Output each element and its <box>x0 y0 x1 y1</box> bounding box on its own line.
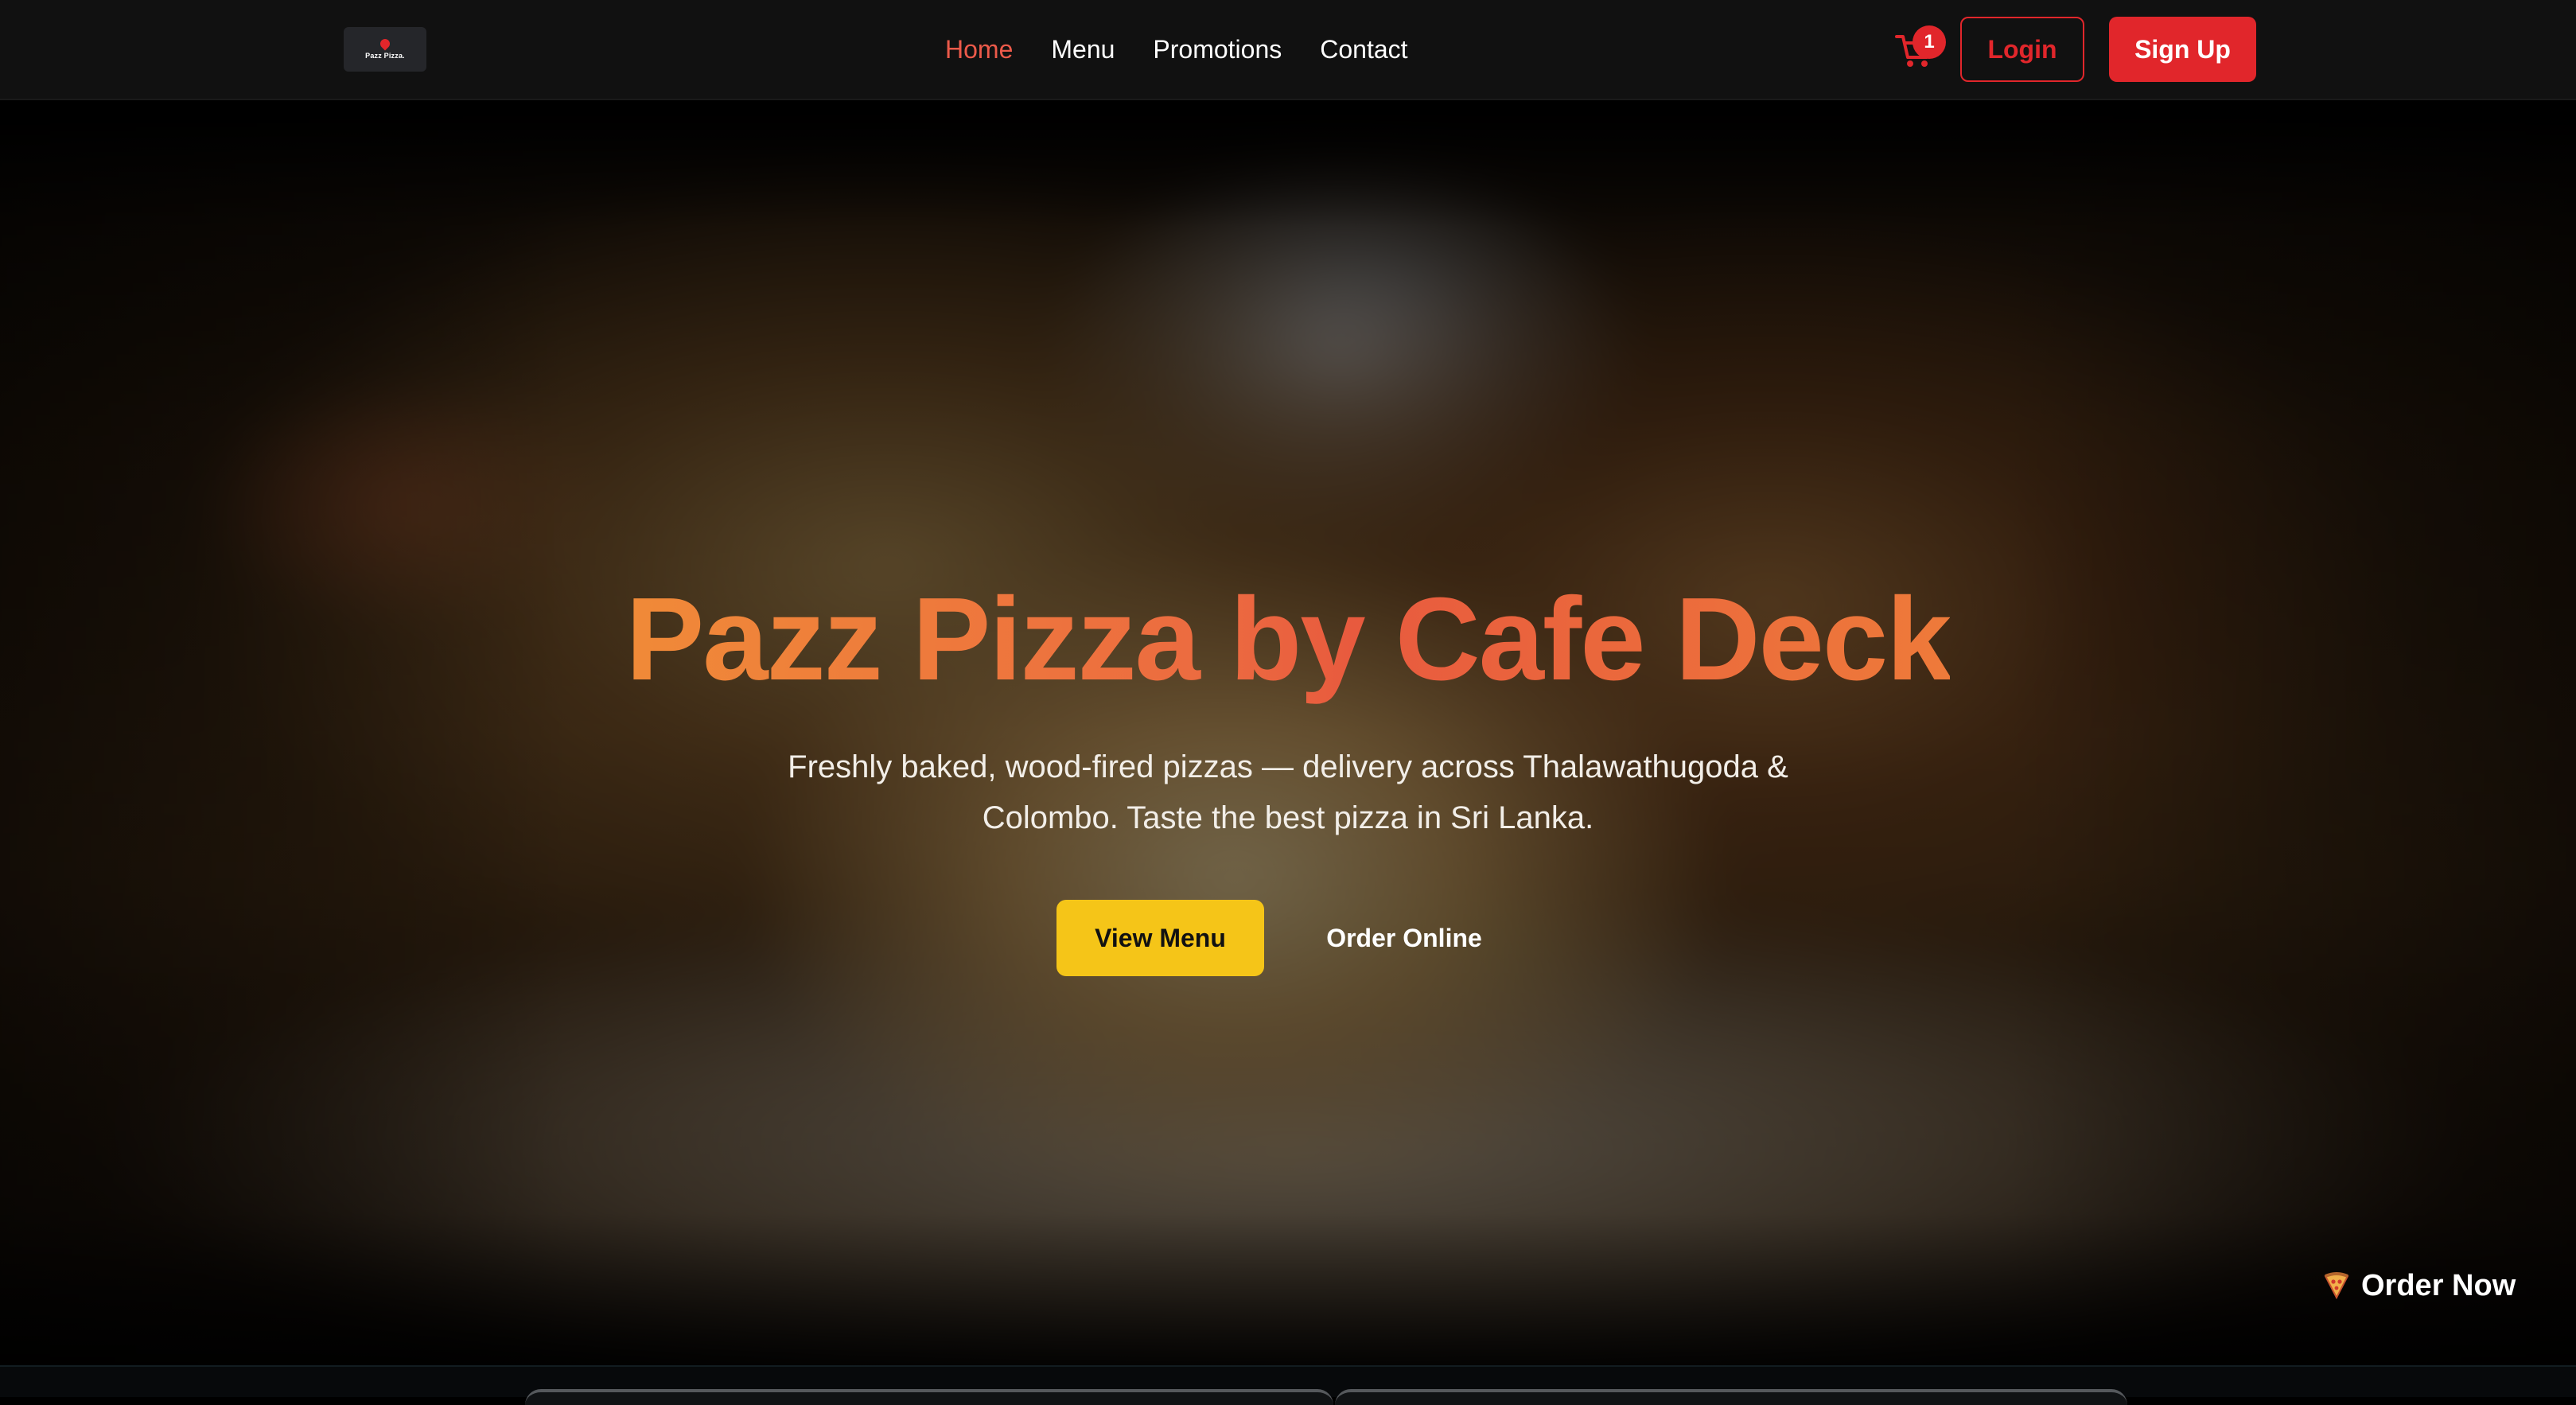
order-now-floating-button[interactable]: Order Now <box>2323 1263 2516 1308</box>
hero-subtitle: Freshly baked, wood-fired pizzas — deliv… <box>788 749 1788 835</box>
login-button[interactable]: Login <box>1960 17 2084 82</box>
top-navbar: Pazz Pizza. Home Menu Promotions Contact… <box>0 0 2576 100</box>
logo-text: Pazz Pizza. <box>365 52 405 60</box>
nav-link-contact[interactable]: Contact <box>1320 35 1407 64</box>
site-logo[interactable]: Pazz Pizza. <box>344 27 426 72</box>
section-card-right-edge <box>1335 1389 2127 1405</box>
order-now-label: Order Now <box>2361 1268 2516 1302</box>
hero-content: Pazz Pizza by Cafe Deck Freshly baked, w… <box>0 100 2576 1365</box>
hero-section: Pazz Pizza by Cafe Deck Freshly baked, w… <box>0 100 2576 1365</box>
logo-mark-icon <box>378 37 392 51</box>
hero-title-text: Pazz Pizza by Cafe Deck <box>625 574 1952 705</box>
section-card-left-edge <box>525 1389 1333 1405</box>
hero-title: Pazz Pizza by Cafe Deck <box>0 581 2576 699</box>
nav-link-menu[interactable]: Menu <box>1051 35 1115 64</box>
signup-button[interactable]: Sign Up <box>2109 17 2256 82</box>
order-online-button[interactable]: Order Online <box>1289 900 1520 976</box>
cart-count-badge: 1 <box>1913 25 1946 59</box>
nav-link-promotions[interactable]: Promotions <box>1153 35 1282 64</box>
nav-link-home[interactable]: Home <box>945 35 1013 64</box>
main-nav: Home Menu Promotions Contact <box>945 30 1408 68</box>
cart-button[interactable]: 1 <box>1895 25 1946 72</box>
pizza-slice-icon <box>2324 1272 2349 1299</box>
next-section-edge <box>0 1365 2576 1405</box>
view-menu-button[interactable]: View Menu <box>1056 900 1264 976</box>
